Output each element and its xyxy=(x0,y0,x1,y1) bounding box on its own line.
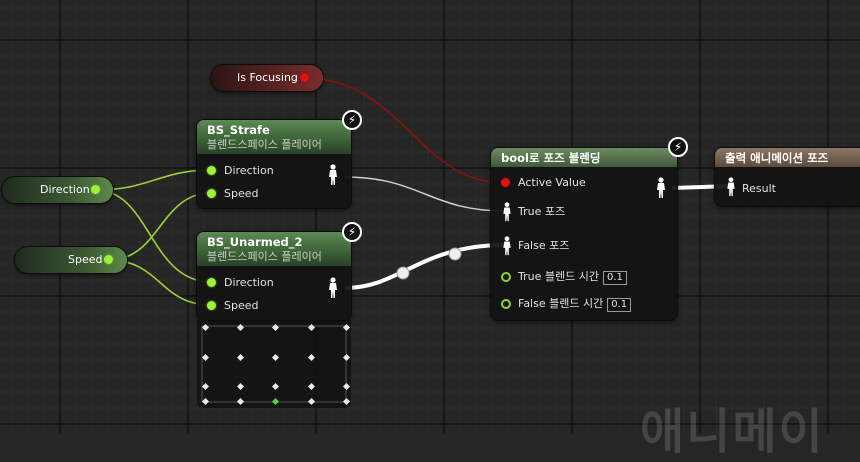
wire-unarmed-false xyxy=(344,243,506,290)
wire-direction-strafe xyxy=(95,169,212,191)
true-blend-time-pin[interactable] xyxy=(501,272,511,282)
active-value-pin[interactable] xyxy=(501,178,510,187)
speed-variable[interactable]: Speed xyxy=(15,247,127,273)
blend-by-bool-node[interactable]: bool로 포즈 블렌딩 Active Value True 포즈 False … xyxy=(491,148,677,320)
result-pin-icon[interactable] xyxy=(726,177,736,197)
watermark-text: 애니메이 xyxy=(640,404,825,460)
direction-label: Direction xyxy=(40,183,90,196)
true-blend-time-row: True 블렌드 시간 0.1 xyxy=(518,270,627,285)
bs-strafe-node[interactable]: BS_Strafe 블렌드스페이스 플레이어 Direction Speed xyxy=(197,120,351,208)
false-blend-time-input[interactable]: 0.1 xyxy=(607,298,632,312)
wire-strafe-true xyxy=(344,176,506,212)
speed-label: Speed xyxy=(68,253,103,266)
false-blend-time-label: False 블렌드 시간 xyxy=(518,297,604,310)
bs-unarmed-node[interactable]: BS_Unarmed_2 블렌드스페이스 플레이어 Direction Spee… xyxy=(197,232,351,320)
true-pose-label: True 포즈 xyxy=(518,205,566,218)
true-pose-pin-icon[interactable] xyxy=(502,202,512,222)
bs-strafe-speed-pin[interactable] xyxy=(207,189,216,198)
blendspace-grid xyxy=(201,325,347,403)
true-blend-time-input[interactable]: 0.1 xyxy=(602,271,627,285)
is-focusing-label: Is Focusing xyxy=(237,71,298,84)
false-blend-time-row: False 블렌드 시간 0.1 xyxy=(518,297,632,312)
bs-unarmed-speed-label: Speed xyxy=(224,299,259,312)
bs-strafe-direction-pin[interactable] xyxy=(207,166,216,175)
false-blend-time-pin[interactable] xyxy=(501,299,511,309)
wires-layer xyxy=(95,77,733,306)
false-pose-pin-icon[interactable] xyxy=(502,236,512,256)
output-pose-node[interactable]: 출력 애니메이션 포즈 Result xyxy=(715,148,860,206)
bs-unarmed-speed-pin[interactable] xyxy=(207,301,216,310)
speed-output-pin[interactable] xyxy=(104,255,113,264)
pose-output-pin-icon[interactable] xyxy=(328,277,338,299)
bs-unarmed-title: BS_Unarmed_2 xyxy=(207,235,303,249)
bs-unarmed-direction-label: Direction xyxy=(224,276,274,289)
blend-output-pose-pin-icon[interactable] xyxy=(656,177,666,199)
bs-unarmed-subtitle: 블렌드스페이스 플레이어 xyxy=(207,250,322,263)
pose-output-pin-icon[interactable] xyxy=(328,164,338,186)
active-value-label: Active Value xyxy=(518,176,586,189)
blend-by-bool-title: bool로 포즈 블렌딩 xyxy=(501,151,601,165)
is-focusing-output-pin[interactable] xyxy=(300,73,309,82)
output-pose-title: 출력 애니메이션 포즈 xyxy=(725,151,829,165)
direction-output-pin[interactable] xyxy=(91,185,100,194)
bs-strafe-direction-label: Direction xyxy=(224,164,274,177)
bs-strafe-subtitle: 블렌드스페이스 플레이어 xyxy=(207,138,322,151)
result-label: Result xyxy=(742,182,776,195)
bs-strafe-header: BS_Strafe 블렌드스페이스 플레이어 xyxy=(197,120,351,154)
lightning-icon: ⚡ xyxy=(342,222,362,242)
true-blend-time-label: True 블렌드 시간 xyxy=(518,270,599,283)
bs-unarmed-header: BS_Unarmed_2 블렌드스페이스 플레이어 xyxy=(197,232,351,266)
lightning-icon: ⚡ xyxy=(668,137,688,157)
wire-reroute-knot xyxy=(396,266,410,280)
bs-unarmed-direction-pin[interactable] xyxy=(207,278,216,287)
blendspace-preview xyxy=(197,320,351,408)
bs-strafe-title: BS_Strafe xyxy=(207,123,270,137)
output-pose-header: 출력 애니메이션 포즈 xyxy=(715,148,860,167)
lightning-icon: ⚡ xyxy=(342,110,362,130)
blend-by-bool-header: bool로 포즈 블렌딩 xyxy=(491,148,677,167)
is-focusing-variable[interactable]: Is Focusing xyxy=(211,65,323,91)
wire-reroute-knot xyxy=(448,247,462,261)
false-pose-label: False 포즈 xyxy=(518,239,570,252)
direction-variable[interactable]: Direction xyxy=(2,177,113,203)
bs-strafe-speed-label: Speed xyxy=(224,187,259,200)
